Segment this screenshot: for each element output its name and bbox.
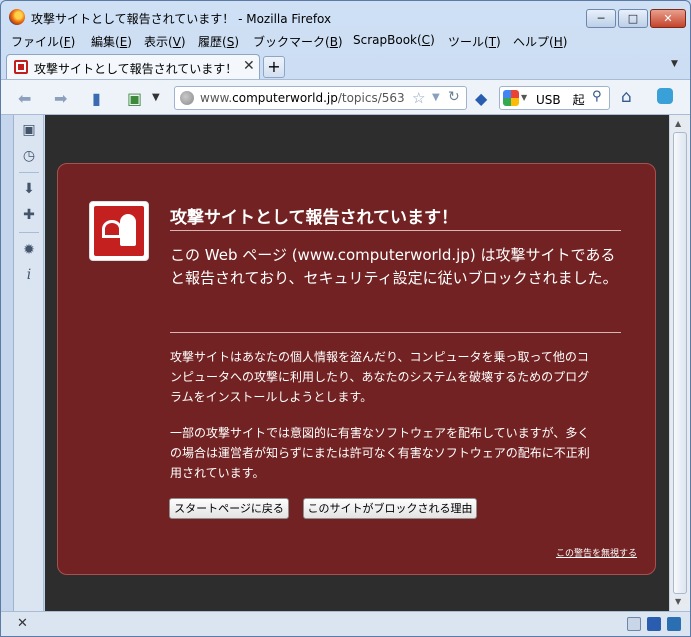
status-icons [627,617,687,631]
scroll-thumb[interactable] [673,132,687,594]
url-text[interactable]: www.computerworld.jp/topics/563 [200,91,408,105]
reload-icon[interactable]: ↻ [448,89,460,105]
gear-icon[interactable]: ✹ [21,242,37,258]
menu-edit[interactable]: 編集(E) [91,33,132,50]
scrapbook-button-icon[interactable] [657,88,673,104]
search-input[interactable]: USB 起 [536,91,585,108]
ignore-warning-link[interactable]: この警告を無視する [556,546,637,559]
menu-tools[interactable]: ツール(T) [448,33,501,50]
addons-puzzle-icon[interactable]: ✚ [21,207,37,223]
menu-history[interactable]: 履歴(S) [198,33,239,50]
tab-active[interactable]: 攻撃サイトとして報告されています！ ✕ [6,54,260,80]
forward-icon[interactable]: ➡ [54,89,67,108]
close-addon-bar-icon[interactable]: ✕ [17,616,28,631]
tab-label: 攻撃サイトとして報告されています！ [34,62,238,76]
sidebar-splitter[interactable] [1,115,14,611]
search-box[interactable]: ▼ USB 起 ⚲ [499,86,610,110]
close-button[interactable]: ✕ [650,9,686,28]
attack-site-warning-panel: 攻撃サイトとして報告されています！ この Web ページ (www.comput… [57,163,656,575]
minimize-button[interactable]: ─ [586,9,616,28]
sidebar-toggle-icon[interactable]: ▮ [92,89,101,108]
warning-police-icon [89,201,149,261]
page-icon[interactable] [627,617,641,631]
bookmarks-sidebar-icon[interactable]: ▣ [21,122,37,138]
navigation-toolbar: ⬅ ➡ ▮ ▣ ▼ www.computerworld.jp/topics/56… [1,79,690,115]
why-blocked-button[interactable]: このサイトがブロックされる理由 [303,498,477,519]
scrapbook-dropdown-chevron-down-icon[interactable]: ▼ [152,92,160,103]
window-title: 攻撃サイトとして報告されています！ - Mozilla Firefox [31,12,332,26]
menu-view[interactable]: 表示(V) [144,33,186,50]
history-clock-icon[interactable]: ◷ [21,148,37,164]
error-long-description-2: 一部の攻撃サイトでは意図的に有害なソフトウェアを配布していますが、多くの場合は運… [170,426,590,480]
menu-help[interactable]: ヘルプ(H) [513,33,567,50]
browser-window: 攻撃サイトとして報告されています！ - Mozilla Firefox ─ □ … [0,0,691,637]
search-engine-chevron-down-icon[interactable]: ▼ [521,93,527,102]
tab-close-icon[interactable]: ✕ [243,58,255,74]
title-bar[interactable]: 攻撃サイトとして報告されています！ - Mozilla Firefox ─ □ … [1,1,690,31]
divider [170,332,621,333]
tab-list-chevron-down-icon[interactable]: ▼ [671,59,678,69]
maximize-button[interactable]: □ [618,9,648,28]
toolbar-separator [19,232,39,233]
scrapbook-icon[interactable]: ▣ [127,89,142,108]
blocked-site-favicon-icon [14,60,28,74]
page-content: 攻撃サイトとして報告されています！ この Web ページ (www.comput… [45,115,669,611]
url-history-chevron-down-icon[interactable]: ▼ [432,92,440,103]
menu-bar: ファイル(F) 編集(E) 表示(V) 履歴(S) ブックマーク(B) Scra… [1,31,690,53]
toolbar-separator [19,172,39,173]
new-tab-button[interactable]: + [263,56,285,78]
status-bar: ✕ [1,611,690,636]
search-icon[interactable]: ⚲ [592,89,602,104]
scroll-up-arrow-icon[interactable]: ▲ [675,119,681,128]
back-icon[interactable]: ⬅ [18,89,31,108]
addon-status-icon[interactable] [647,617,661,631]
vertical-scrollbar[interactable]: ▲ ▼ [669,115,690,611]
url-bar[interactable]: www.computerworld.jp/topics/563 ☆ ▼ ↻ [174,86,467,110]
downloads-arrow-icon[interactable]: ⬇ [21,181,37,197]
bookmark-star-icon[interactable]: ☆ [412,89,425,107]
menu-bookmarks[interactable]: ブックマーク(B) [253,33,343,50]
error-short-description: この Web ページ (www.computerworld.jp) は攻撃サイト… [170,246,618,287]
home-icon[interactable]: ⌂ [621,87,632,107]
tab-strip: 攻撃サイトとして報告されています！ ✕ + ▼ [1,53,690,80]
menu-file[interactable]: ファイル(F) [11,33,75,50]
divider [170,230,621,231]
error-title: 攻撃サイトとして報告されています！ [170,208,458,228]
scroll-down-arrow-icon[interactable]: ▼ [675,597,681,606]
scrapbook-status-icon[interactable] [667,617,681,631]
globe-icon [180,91,194,105]
google-logo-icon[interactable] [503,90,519,106]
menu-scrapbook[interactable]: ScrapBook(C) [353,33,435,47]
vertical-toolbar: ▣ ◷ ⬇ ✚ ✹ i [14,115,44,611]
page-info-icon[interactable]: i [21,267,37,283]
firefox-icon [9,9,25,25]
go-to-start-page-button[interactable]: スタートページに戻る [169,498,289,519]
addon-icon[interactable]: ◆ [475,89,487,108]
error-long-description-1: 攻撃サイトはあなたの個人情報を盗んだり、コンピュータを乗っ取って他のコンピュータ… [170,350,590,404]
